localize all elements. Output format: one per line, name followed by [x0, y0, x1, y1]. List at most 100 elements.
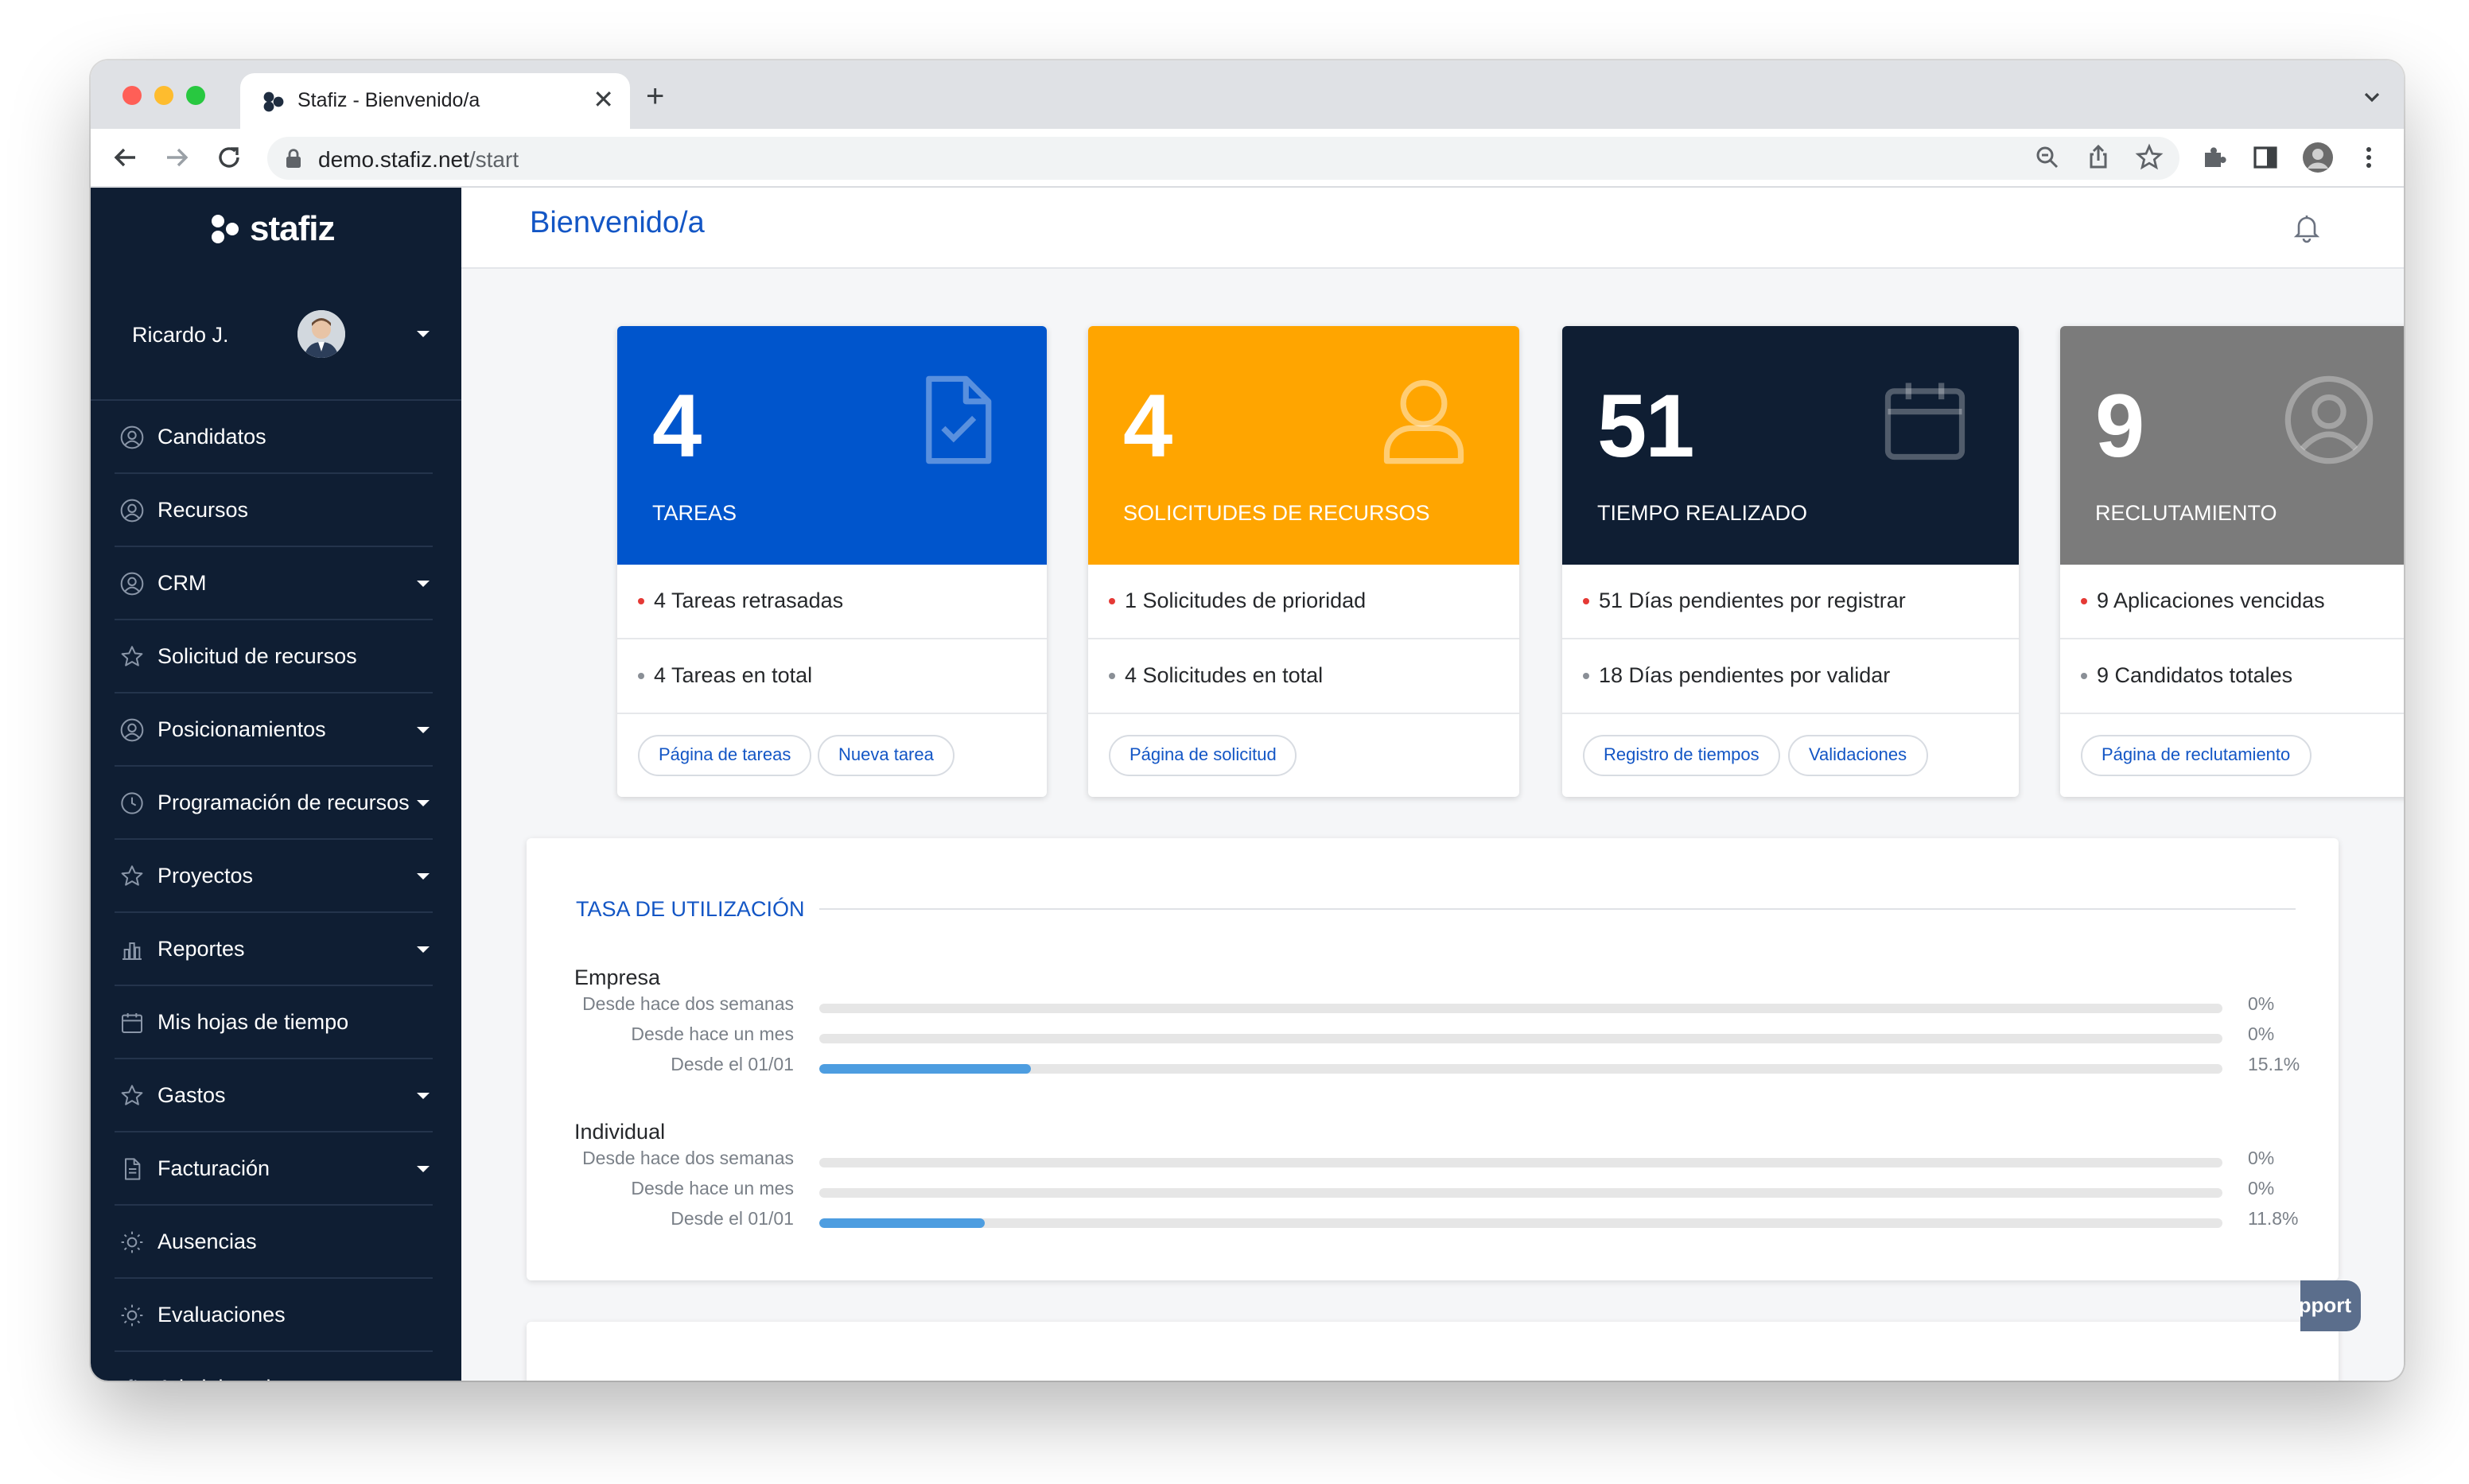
page-title: Bienvenido/a: [530, 207, 705, 240]
utilization-panel: TASA DE UTILIZACIÓN Empresa Desde hace do…: [527, 838, 2339, 1280]
chevron-down-icon[interactable]: [2362, 87, 2382, 107]
chevron-down-icon: [417, 800, 430, 806]
profile-avatar-icon[interactable]: [2302, 142, 2334, 173]
card-stat-row: 4 Tareas en total: [617, 639, 1047, 714]
person-icon: [1383, 379, 1464, 464]
summary-card-tareas: 4 TAREAS 4 Tareas retrasadas 4 Tareas en to…: [617, 326, 1047, 797]
card-stat-text: 18 Días pendientes por validar: [1599, 663, 1891, 687]
clock-icon: [121, 792, 143, 814]
sidebar-item-mis-hojas-de-tiempo[interactable]: Mis hojas de tiempo: [115, 986, 433, 1059]
sidebar-item-label: Ausencias: [157, 1230, 257, 1253]
user-circle-icon: [120, 718, 144, 742]
new-tab-button[interactable]: +: [646, 80, 664, 116]
user-circle-icon: [120, 425, 144, 449]
back-arrow-icon[interactable]: [110, 142, 142, 173]
sidebar-item-reportes[interactable]: Reportes: [115, 913, 433, 986]
utilization-value: 15.1%: [2248, 1056, 2300, 1075]
browser-window: Stafiz - Bienvenido/a ✕ + demo.stafiz.ne…: [91, 60, 2404, 1381]
tab-strip: Stafiz - Bienvenido/a ✕ +: [91, 60, 2404, 129]
share-icon[interactable]: [2084, 143, 2113, 172]
page-header: Bienvenido/a: [461, 188, 2404, 269]
gear-icon: [126, 1379, 138, 1381]
card-link-button[interactable]: Nueva tarea: [818, 735, 955, 776]
utilization-progress-fill: [819, 1064, 1032, 1074]
star-icon: [121, 1085, 143, 1105]
chevron-down-icon: [417, 946, 430, 953]
sidebar-item-solicitud-de-recursos[interactable]: Solicitud de recursos: [115, 620, 433, 693]
card-header[interactable]: 4 TAREAS: [617, 326, 1047, 565]
sidebar-item-evaluaciones[interactable]: Evaluaciones: [115, 1279, 433, 1352]
utilization-group-label: Individual: [574, 1120, 666, 1144]
utilization-progress-bar: [819, 1034, 2222, 1043]
sidebar-item-candidatos[interactable]: Candidatos: [115, 401, 433, 474]
utilization-bar-label: Desde hace dos semanas: [582, 1150, 794, 1169]
utilization-title: TASA DE UTILIZACIÓN: [576, 897, 805, 921]
utilization-bar-label: Desde el 01/01: [671, 1210, 794, 1230]
sidebar-item-label: CRM: [157, 571, 207, 595]
utilization-group-label: Empresa: [574, 965, 661, 989]
star-icon: [121, 646, 143, 666]
card-link-button[interactable]: Validaciones: [1788, 735, 1928, 776]
stafiz-logo[interactable]: stafiz: [208, 207, 336, 251]
maximize-window-button[interactable]: [186, 86, 205, 105]
close-window-button[interactable]: [122, 86, 142, 105]
card-header[interactable]: 9 RECLUTAMIENTO: [2060, 326, 2404, 565]
card-header[interactable]: 51 TIEMPO REALIZADO: [1562, 326, 2019, 565]
extensions-puzzle-icon[interactable]: [2200, 143, 2229, 172]
sidebar-item-label: Proyectos: [157, 864, 254, 888]
utilization-progress-bar: [819, 1218, 2222, 1228]
user-menu[interactable]: Ricardo J.: [91, 309, 461, 366]
sidebar-item-administrador[interactable]: Administrador: [115, 1352, 433, 1381]
calendar-icon: [1884, 383, 1965, 460]
card-link-button[interactable]: Página de solicitud: [1109, 735, 1297, 776]
sidebar-item-crm[interactable]: CRM: [115, 547, 433, 620]
main-content: Bienvenido/a 4 TAREAS 4 Tareas retrasadas 4…: [461, 188, 2404, 1381]
address-bar[interactable]: demo.stafiz.net/start: [267, 137, 2179, 180]
sidebar-item-label: Evaluaciones: [157, 1303, 286, 1327]
sidebar-item-gastos[interactable]: Gastos: [115, 1059, 433, 1132]
bullet-dot: [1583, 598, 1589, 604]
close-tab-icon[interactable]: ✕: [593, 84, 614, 116]
bullet-dot: [1109, 673, 1115, 679]
card-stat-text: 4 Tareas retrasadas: [654, 589, 844, 612]
user-caret-icon: [417, 331, 430, 337]
utilization-value: 0%: [2248, 996, 2275, 1015]
reload-icon[interactable]: [213, 142, 245, 173]
zoom-icon[interactable]: [2033, 143, 2062, 172]
utilization-bar-label: Desde el 01/01: [671, 1056, 794, 1075]
sidebar-item-proyectos[interactable]: Proyectos: [115, 840, 433, 913]
sidebar-item-ausencias[interactable]: Ausencias: [115, 1206, 433, 1279]
bell-icon[interactable]: [2291, 212, 2323, 243]
browser-tab[interactable]: Stafiz - Bienvenido/a ✕: [240, 73, 630, 129]
card-number: 4: [1123, 375, 1172, 476]
card-link-button[interactable]: Página de tareas: [638, 735, 812, 776]
sidebar-item-label: Recursos: [157, 498, 249, 522]
bullet-dot: [1109, 598, 1115, 604]
card-number: 9: [2095, 375, 2144, 476]
card-header[interactable]: 4 SOLICITUDES DE RECURSOS: [1088, 326, 1519, 565]
utilization-value: 0%: [2248, 1180, 2275, 1199]
utilization-progress-bar: [819, 1064, 2222, 1074]
bullet-dot: [2081, 673, 2087, 679]
sidebar-item-label: Gastos: [157, 1083, 226, 1107]
sidebar-item-label: Administrador: [157, 1376, 290, 1381]
sidebar-item-programacion-de-recursos[interactable]: Programación de recursos: [115, 767, 433, 840]
card-stat-text: 4 Tareas en total: [654, 663, 813, 687]
more-menu-icon[interactable]: [2354, 143, 2383, 172]
card-link-button[interactable]: Registro de tiempos: [1583, 735, 1780, 776]
forward-arrow-icon[interactable]: [161, 142, 192, 173]
bookmark-star-icon[interactable]: [2135, 143, 2164, 172]
support-button[interactable]: Support: [2300, 1280, 2361, 1331]
minimize-window-button[interactable]: [154, 86, 173, 105]
lock-icon: [286, 149, 301, 168]
card-stat-text: 9 Aplicaciones vencidas: [2097, 589, 2325, 612]
card-caption: TAREAS: [652, 501, 737, 525]
sidebar-item-facturacion[interactable]: Facturación: [115, 1132, 433, 1206]
sidebar-item-recursos[interactable]: Recursos: [115, 474, 433, 547]
card-stat-text: 4 Solicitudes en total: [1125, 663, 1324, 687]
card-stat-row: 9 Candidatos totales: [2060, 639, 2404, 714]
side-panel-icon[interactable]: [2251, 143, 2280, 172]
user-circle-icon: [120, 499, 144, 523]
card-link-button[interactable]: Página de reclutamiento: [2081, 735, 2312, 776]
sidebar-item-posicionamientos[interactable]: Posicionamientos: [115, 693, 433, 767]
